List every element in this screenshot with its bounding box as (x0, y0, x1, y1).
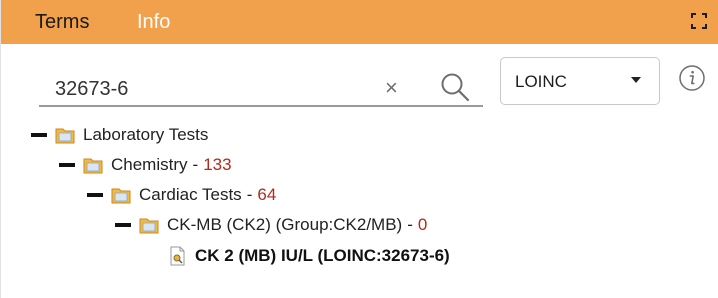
open-folder-icon (83, 158, 103, 173)
tree-node-laboratory-tests[interactable]: Laboratory Tests (31, 124, 208, 146)
tree-node-count: 64 (257, 185, 277, 204)
search-input[interactable] (39, 72, 359, 106)
tree-node-ck-mb[interactable]: CK-MB (CK2) (Group:CK2/MB) - 0 (115, 214, 427, 236)
open-folder-icon (139, 218, 159, 233)
tree-node-chemistry[interactable]: Chemistry - 133 (59, 154, 232, 176)
open-folder-icon (111, 188, 131, 203)
tree-node-term-ck2-mb[interactable]: CK 2 (MB) IU/L (LOINC:32673-6) (169, 245, 450, 267)
info-icon[interactable] (678, 64, 706, 92)
tree-node-count: 133 (203, 155, 232, 174)
tree-node-separator: - (407, 215, 413, 234)
tab-info[interactable]: Info (137, 11, 170, 33)
tree-node-separator: - (192, 155, 199, 174)
tree-node-label: CK 2 (MB) IU/L (LOINC:32673-6) (195, 246, 450, 265)
tree-node-count: 0 (417, 215, 428, 234)
tree-node-cardiac-tests[interactable]: Cardiac Tests - 64 (87, 184, 276, 206)
collapse-icon[interactable] (115, 223, 131, 227)
terms-panel: Terms Info × LOINC Laboratory Tests (0, 0, 718, 298)
collapse-icon[interactable] (87, 193, 103, 197)
clear-search-button[interactable]: × (385, 76, 398, 100)
tree-node-separator: - (246, 185, 253, 204)
open-folder-icon (55, 128, 75, 143)
tab-terms[interactable]: Terms (35, 11, 89, 33)
tree-node-label: Cardiac Tests (139, 185, 242, 204)
caret-down-icon[interactable] (631, 77, 641, 83)
search-icon[interactable] (438, 72, 472, 102)
tree-node-label: Laboratory Tests (83, 125, 209, 144)
collapse-icon[interactable] (31, 133, 47, 137)
vocabulary-selected: LOINC (515, 72, 567, 91)
panel-header: Terms Info (1, 0, 718, 44)
search-underline (39, 105, 483, 107)
tree-node-label: Chemistry (111, 155, 188, 174)
fullscreen-icon[interactable] (691, 13, 707, 29)
tree-node-label: CK-MB (CK2) (Group:CK2/MB) (167, 215, 403, 234)
collapse-icon[interactable] (59, 163, 75, 167)
document-search-icon (170, 246, 185, 266)
